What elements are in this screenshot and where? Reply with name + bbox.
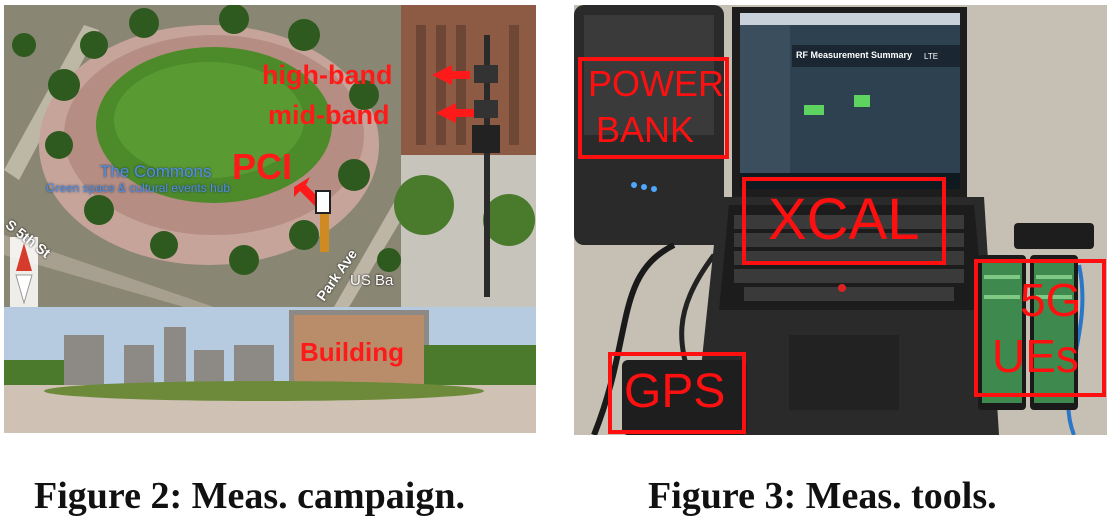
ues-label-line2: UEs (992, 330, 1079, 382)
figure-3-caption: Figure 3: Meas. tools. (648, 475, 997, 517)
commons-sublabel: Green space & cultural events hub (46, 181, 231, 195)
figure-3: RF Measurement Summary LTE POWER BANK XC… (574, 5, 1107, 435)
window-title: RF Measurement Summary (796, 50, 913, 60)
commons-label: The Commons (100, 162, 212, 181)
power-bank-box: POWER BANK (578, 57, 729, 159)
power-bank-label-line2: BANK (596, 109, 695, 150)
gps-label: GPS (624, 365, 726, 418)
ues-box: 5G UEs (974, 259, 1106, 397)
xcal-box: XCAL (742, 177, 946, 265)
us-bank-label: US Ba (350, 272, 394, 289)
state-label: LTE (924, 52, 939, 61)
mid-band-label: mid-band (268, 100, 390, 130)
power-bank-label-line1: POWER (588, 63, 725, 104)
figure-2-caption: Figure 2: Meas. campaign. (34, 475, 465, 517)
high-band-label: high-band (262, 60, 393, 90)
xcal-label: XCAL (768, 187, 920, 252)
figure-2: high-band mid-band PCI The Commons Green… (4, 5, 536, 433)
ues-label-line1: 5G (1020, 274, 1082, 326)
pci-label: PCI (232, 146, 293, 187)
gps-box: GPS (608, 352, 746, 434)
building-label: Building (300, 337, 404, 367)
